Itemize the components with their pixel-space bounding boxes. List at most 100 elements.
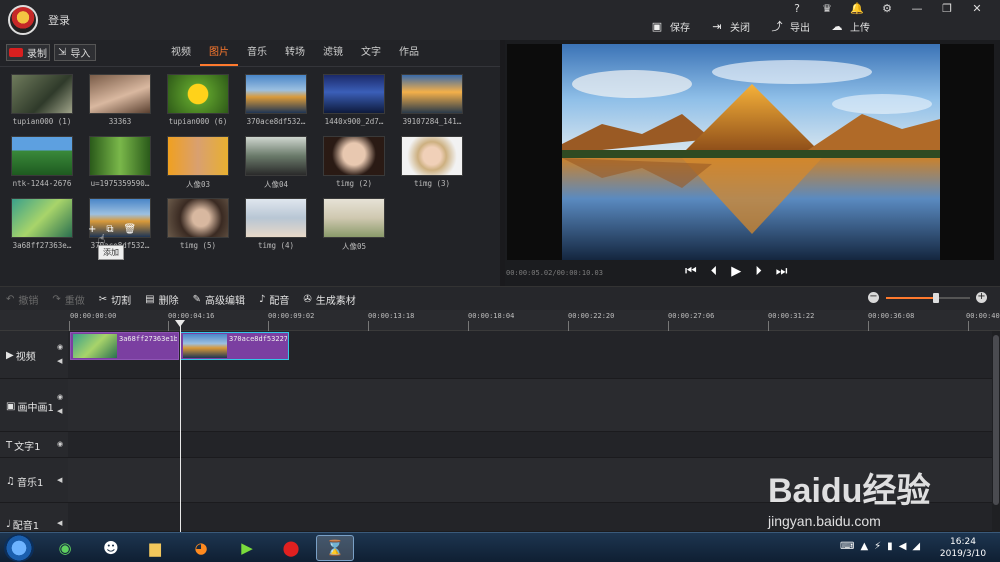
record-button[interactable]: 录制: [6, 44, 50, 61]
redo-button[interactable]: ↷ 重做: [52, 292, 84, 307]
login-link[interactable]: 登录: [48, 12, 70, 28]
track-header-text[interactable]: T 文字1 ◉: [0, 432, 68, 458]
timeline-zoom-slider[interactable]: − +: [868, 292, 992, 306]
speaker-icon[interactable]: ◀: [57, 519, 62, 527]
delete-icon[interactable]: 🗑: [124, 224, 137, 235]
keyboard-icon[interactable]: ⌨: [840, 541, 854, 552]
export-icon: ⤴: [771, 20, 783, 33]
media-item[interactable]: 人像03: [162, 136, 234, 190]
gear-icon[interactable]: ⚙: [872, 2, 902, 16]
track-header-voice[interactable]: ♩ 配音1 ◀: [0, 503, 68, 532]
media-item[interactable]: timg (3): [396, 136, 468, 188]
media-thumbnail: [245, 74, 307, 114]
delete-button[interactable]: ▤ 删除: [145, 292, 178, 307]
tab-works[interactable]: 作品: [390, 40, 428, 66]
tab-music[interactable]: 音乐: [238, 40, 276, 66]
eye-icon[interactable]: ◉: [57, 393, 63, 401]
playhead-line[interactable]: [180, 322, 181, 532]
taskbar-app-explorer[interactable]: ▆: [136, 535, 174, 561]
edit-toolbar: ↶ 撤销 ↷ 重做 ✂ 切割 ▤ 删除 ✎ 高级编辑 ♪ 配音 ✇ 生成素材 − +: [0, 286, 1000, 310]
track-header-music[interactable]: ♫ 音乐1 ◀: [0, 458, 68, 503]
media-item[interactable]: ntk-1244-2676: [6, 136, 78, 188]
timeline-clip-selected[interactable]: 370ace8df53227: [180, 332, 289, 360]
help-icon[interactable]: ?: [782, 2, 812, 16]
network-icon[interactable]: ▮: [887, 541, 893, 552]
speaker-icon[interactable]: ◀: [57, 476, 62, 484]
play-icon[interactable]: ▶: [731, 264, 741, 279]
close-button[interactable]: ⇥ 关闭: [710, 19, 750, 34]
skip-end-icon[interactable]: ⏭: [776, 264, 788, 279]
pip-icon[interactable]: ⧉: [106, 224, 113, 235]
media-item[interactable]: 人像04: [240, 136, 312, 190]
firefox-icon: ◕: [194, 539, 208, 557]
vip-icon[interactable]: ♛: [812, 2, 842, 16]
taskbar-clock[interactable]: 16:24 2019/3/10: [935, 536, 991, 560]
media-item[interactable]: timg (4): [240, 198, 312, 250]
taskbar-app-editor[interactable]: ⌛: [316, 535, 354, 561]
media-item[interactable]: timg (2): [318, 136, 390, 188]
preview-image: [562, 44, 940, 260]
skip-start-icon[interactable]: ⏮: [685, 264, 697, 279]
ruler-label: 00:00:36:08: [868, 312, 915, 320]
taskbar-app-browser[interactable]: ◉: [46, 535, 84, 561]
show-hidden-icon[interactable]: ▲: [860, 541, 868, 552]
zoom-in-icon[interactable]: +: [976, 292, 987, 303]
media-item[interactable]: 1440x900_2d7…: [318, 74, 390, 126]
close-window-icon[interactable]: ✕: [962, 2, 992, 16]
media-item[interactable]: tupian000 (6): [162, 74, 234, 126]
undo-button[interactable]: ↶ 撤销: [6, 292, 38, 307]
usb-icon[interactable]: ⚡: [874, 541, 881, 552]
taskbar-app-firefox[interactable]: ◕: [182, 535, 220, 561]
media-item[interactable]: 370ace8df532…: [240, 74, 312, 126]
dub-button[interactable]: ♪ 配音: [259, 292, 289, 307]
bell-icon[interactable]: 🔔: [842, 2, 872, 16]
zoom-knob[interactable]: [933, 293, 940, 303]
track-header-pip[interactable]: ▣ 画中画1 ◉ ◀: [0, 379, 68, 432]
upload-button[interactable]: ☁ 上传: [830, 19, 871, 34]
advanced-edit-button[interactable]: ✎ 高级编辑: [193, 292, 245, 307]
add-icon[interactable]: +: [88, 224, 96, 235]
tab-video[interactable]: 视频: [162, 40, 200, 66]
export-button[interactable]: ⤴ 导出: [770, 19, 811, 34]
restore-icon[interactable]: ❐: [932, 2, 962, 16]
media-item[interactable]: tupian000 (1): [6, 74, 78, 126]
track-label: 音乐1: [16, 478, 44, 489]
eye-icon[interactable]: ◉: [57, 343, 63, 351]
import-button[interactable]: ⇲ 导入: [54, 44, 96, 61]
tab-transition[interactable]: 转场: [276, 40, 314, 66]
signal-icon[interactable]: ◢: [912, 541, 920, 552]
volume-icon[interactable]: ◀: [899, 541, 907, 552]
media-item[interactable]: 39107284_141…: [396, 74, 468, 126]
tab-image[interactable]: 图片: [200, 40, 238, 66]
taskbar-app-qq[interactable]: ☻: [92, 535, 130, 561]
track-video[interactable]: 3a68ff27363e1b 370ace8df53227: [68, 331, 992, 379]
eye-icon[interactable]: ◉: [57, 440, 63, 448]
minimize-icon[interactable]: —: [902, 2, 932, 16]
media-item[interactable]: 33363: [84, 74, 156, 126]
step-forward-icon[interactable]: ⏵: [755, 264, 762, 279]
speaker-icon[interactable]: ◀: [57, 357, 62, 365]
media-item[interactable]: 人像05: [318, 198, 390, 252]
start-button[interactable]: [4, 534, 34, 562]
media-item[interactable]: timg (5): [162, 198, 234, 250]
step-back-icon[interactable]: ⏴: [711, 264, 718, 279]
tab-filter[interactable]: 滤镜: [314, 40, 352, 66]
timeline-clip[interactable]: 3a68ff27363e1b: [70, 332, 179, 360]
track-header-video[interactable]: ▶ 视频 ◉ ◀: [0, 331, 68, 379]
tab-text[interactable]: 文字: [352, 40, 390, 66]
generate-material-button[interactable]: ✇ 生成素材: [303, 292, 355, 307]
ruler-label: 00:00:04:16: [168, 312, 215, 320]
speaker-icon[interactable]: ◀: [57, 407, 62, 415]
window-controls: ? ♛ 🔔 ⚙ — ❐ ✕: [782, 2, 992, 16]
save-button[interactable]: ▣ 保存: [650, 19, 690, 34]
zoom-track[interactable]: [886, 293, 970, 303]
cut-button[interactable]: ✂ 切割: [99, 292, 131, 307]
taskbar-app-recorder[interactable]: ⬤: [272, 535, 310, 561]
media-item[interactable]: 3a68ff27363e…: [6, 198, 78, 250]
taskbar-app-video[interactable]: ▶: [228, 535, 266, 561]
media-thumbnail: [167, 74, 229, 114]
zoom-out-icon[interactable]: −: [868, 292, 879, 303]
media-item[interactable]: u=1975359590…: [84, 136, 156, 188]
track-pip[interactable]: [68, 379, 992, 432]
timeline-ruler[interactable]: 00:00:00:00 00:00:04:16 00:00:09:02 00:0…: [68, 310, 1000, 331]
